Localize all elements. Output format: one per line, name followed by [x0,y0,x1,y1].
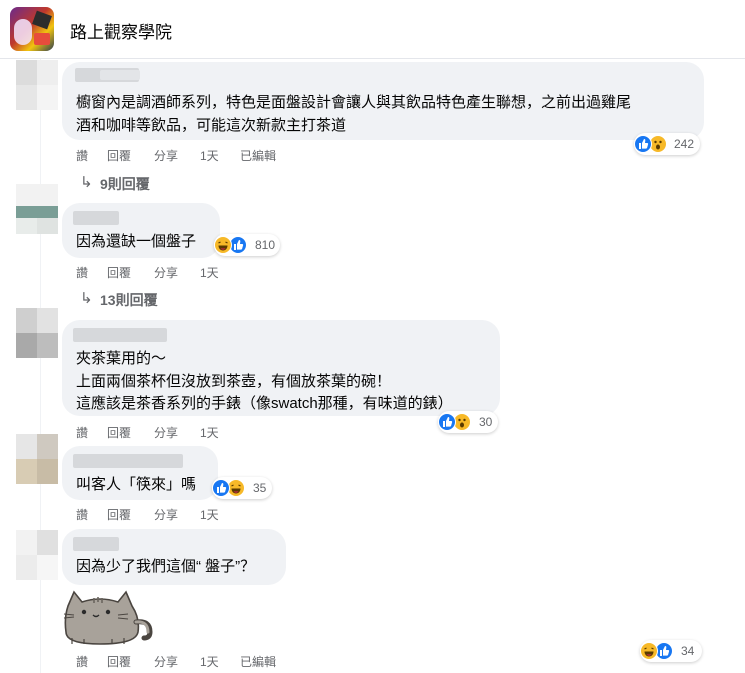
reply-link[interactable]: 回覆 [107,424,131,441]
reaction-count: 30 [479,415,493,429]
comment-text-line: 櫥窗內是調酒師系列，特色是面盤設計會讓人與其飲品特色產生聯想，之前出過雞尾 [76,94,632,111]
like-icon [212,479,230,497]
reaction-summary[interactable]: 810 [214,234,280,256]
group-header: 路上觀察學院 [0,0,745,58]
commenter-name-blurred[interactable] [73,537,119,551]
like-link[interactable]: 讚 [76,264,88,281]
pusheen-cat-sticker [63,590,153,645]
comment-text-line: 因為少了我們這個“ 盤子”？ [76,558,256,575]
reaction-count: 810 [255,238,276,252]
timestamp[interactable]: 1天 [200,506,219,523]
reaction-summary[interactable]: 242 [634,133,700,155]
reply-link[interactable]: 回覆 [107,147,131,164]
like-icon [438,413,456,431]
share-link[interactable]: 分享 [154,506,178,523]
share-link[interactable]: 分享 [154,264,178,281]
group-name[interactable]: 路上觀察學院 [70,18,172,43]
commenter-avatar[interactable] [16,60,58,110]
like-link[interactable]: 讚 [76,506,88,523]
reaction-summary[interactable]: 34 [640,640,702,662]
comment-text-line: 這應該是茶香系列的手錶（像swatch那種，有味道的錶） [76,395,453,412]
commenter-name-blurred[interactable] [73,328,167,342]
edited-label: 已編輯 [240,149,277,163]
like-link[interactable]: 讚 [76,424,88,441]
commenter-avatar[interactable] [16,184,58,234]
group-avatar[interactable] [10,7,54,51]
timestamp[interactable]: 1天 [200,653,219,670]
reaction-summary[interactable]: 30 [438,411,498,433]
like-icon [634,135,652,153]
thread-line [40,59,41,673]
reply-link[interactable]: 回覆 [107,653,131,670]
commenter-name-blurred[interactable] [73,454,183,468]
commenter-avatar[interactable] [16,530,58,580]
reaction-summary[interactable]: 35 [212,477,272,499]
edited-label: 已編輯 [240,655,277,669]
reaction-count: 242 [674,137,695,151]
comment-text-line: 因為還缺一個盤子 [76,233,197,250]
header-divider [0,58,745,59]
comment-text-line: 上面兩個茶杯但沒放到茶壺，有個放茶葉的碗！ [76,373,392,390]
reply-arrow-icon: ↳ [80,290,93,307]
timestamp[interactable]: 1天 [200,264,219,281]
share-link[interactable]: 分享 [154,653,178,670]
timestamp[interactable]: 1天 [200,147,219,164]
comment-text-line: 夾茶葉用的～ [76,350,167,367]
comment-text-line: 叫客人「筷來」嗎 [76,476,197,493]
share-link[interactable]: 分享 [154,147,178,164]
comment-text-line: 酒和咖啡等飲品，可能這次新款主打茶道 [76,117,347,134]
commenter-avatar[interactable] [16,434,58,484]
reply-arrow-icon: ↳ [80,174,93,191]
reaction-count: 35 [253,481,267,495]
commenter-name-blurred[interactable] [73,211,119,225]
timestamp[interactable]: 1天 [200,424,219,441]
like-link[interactable]: 讚 [76,147,88,164]
share-link[interactable]: 分享 [154,424,178,441]
like-link[interactable]: 讚 [76,653,88,670]
haha-icon [214,236,232,254]
reply-link[interactable]: 回覆 [107,506,131,523]
reply-link[interactable]: 回覆 [107,264,131,281]
haha-icon [640,642,658,660]
reaction-count: 34 [681,644,695,658]
commenter-avatar[interactable] [16,308,58,358]
